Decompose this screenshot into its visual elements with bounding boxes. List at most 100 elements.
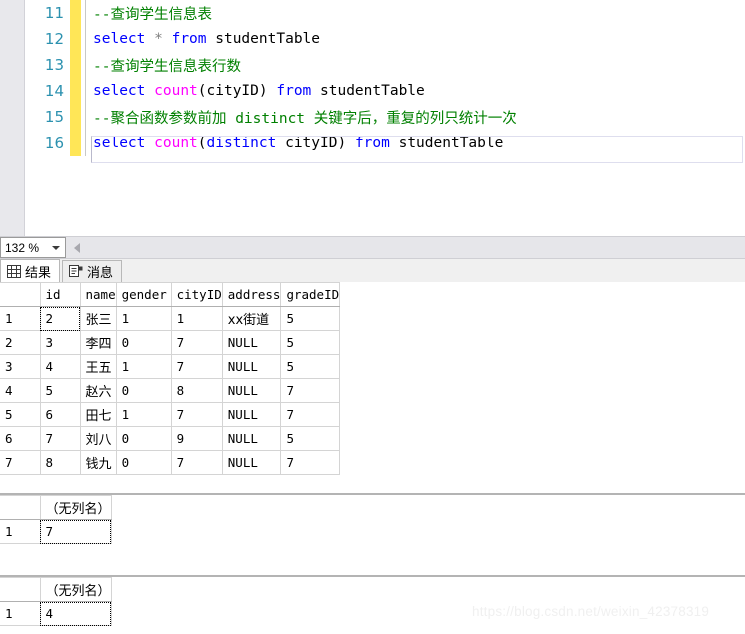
code-line-text[interactable]: select * from studentTable [91, 31, 745, 47]
grid-cell[interactable]: NULL [222, 354, 282, 379]
column-header[interactable]: address [222, 282, 282, 307]
code-line[interactable]: 16 select count(distinct cityID) from stu… [25, 130, 745, 156]
column-header[interactable]: gradeID [280, 282, 341, 307]
row-number[interactable]: 1 [0, 306, 41, 331]
table-row[interactable]: 17 [0, 519, 112, 544]
row-header-corner[interactable] [0, 577, 41, 602]
column-header[interactable]: cityID [171, 282, 223, 307]
code-line-text[interactable]: select count(distinct cityID) from stude… [91, 135, 745, 151]
table-row[interactable]: 7 8 钱九 0 7 NULL 7 [0, 450, 341, 475]
zoom-level-combobox[interactable]: 132 % [0, 237, 66, 258]
grid-cell[interactable]: 7 [40, 519, 112, 544]
table-row[interactable]: 1 2 张三 1 1 xx街道 5 [0, 306, 341, 331]
grid-cell[interactable]: NULL [222, 426, 282, 451]
grid-cell[interactable]: NULL [222, 450, 282, 475]
grid-cell[interactable]: 刘八 [80, 426, 117, 451]
tab-results[interactable]: 结果 [0, 259, 61, 282]
table-row[interactable]: 2 3 李四 0 7 NULL 5 [0, 330, 341, 355]
grid-cell[interactable]: 5 [40, 378, 81, 403]
row-number[interactable]: 3 [0, 354, 41, 379]
grid-cell[interactable]: 5 [280, 426, 341, 451]
grid-cell[interactable]: xx街道 [222, 306, 282, 331]
grid-cell[interactable]: 1 [116, 306, 172, 331]
code-line-text[interactable]: select count(cityID) from studentTable [91, 83, 745, 99]
column-header[interactable]: name [80, 282, 117, 307]
count-cityid-result[interactable]: （无列名） 1 7 [0, 495, 112, 544]
code-line[interactable]: 12 select * from studentTable [25, 26, 745, 52]
grid-cell[interactable]: 7 [171, 450, 223, 475]
code-line-text[interactable]: --聚合函数参数前加 distinct 关键字后，重复的列只统计一次 [91, 107, 745, 128]
sql-editor-pane[interactable]: 11 --查询学生信息表 12 select * from studentTable 1… [0, 0, 745, 236]
grid-cell[interactable]: 0 [116, 378, 172, 403]
column-header[interactable]: id [40, 282, 81, 307]
grid-cell[interactable]: 张三 [80, 306, 117, 331]
row-number[interactable]: 7 [0, 450, 41, 475]
table-row[interactable]: 3 4 王五 1 7 NULL 5 [0, 354, 341, 379]
grid-cell[interactable]: 李四 [80, 330, 117, 355]
row-number[interactable]: 1 [0, 519, 41, 544]
code-line[interactable]: 15 --聚合函数参数前加 distinct 关键字后，重复的列只统计一次 [25, 104, 745, 130]
grid-cell[interactable]: 0 [116, 330, 172, 355]
grid-cell[interactable]: 7 [171, 354, 223, 379]
row-number[interactable]: 2 [0, 330, 41, 355]
chevron-down-icon[interactable] [52, 245, 60, 250]
grid-cell[interactable]: 4 [40, 354, 81, 379]
grid-cell[interactable]: 5 [280, 306, 341, 331]
grid-cell[interactable]: 6 [40, 402, 81, 427]
caret-left-icon[interactable] [74, 242, 80, 253]
grid-cell[interactable]: NULL [222, 402, 282, 427]
code-line[interactable]: 13 --查询学生信息表行数 [25, 52, 745, 78]
grid-cell[interactable]: 8 [171, 378, 223, 403]
code-line-text[interactable]: --查询学生信息表 [91, 3, 745, 24]
code-line-text[interactable]: --查询学生信息表行数 [91, 55, 745, 76]
count-distinct-cityid-result[interactable]: （无列名） 1 4 [0, 577, 112, 626]
table-row[interactable]: 6 7 刘八 0 9 NULL 5 [0, 426, 341, 451]
grid-cell[interactable]: 5 [280, 354, 341, 379]
grid-cell[interactable]: 7 [280, 402, 341, 427]
column-header[interactable]: （无列名） [40, 495, 112, 520]
results-grid-panel-1[interactable]: id name gender cityID address gradeID 1 2 张三 1 1 xx… [0, 282, 745, 494]
student-table-results[interactable]: id name gender cityID address gradeID 1 2 张三 1 1 xx… [0, 282, 341, 475]
grid-cell[interactable]: 7 [171, 402, 223, 427]
results-tab-strip[interactable]: 结果 消息 [0, 259, 745, 282]
grid-cell[interactable]: 7 [40, 426, 81, 451]
grid-cell[interactable]: 9 [171, 426, 223, 451]
unsaved-change-bar [70, 104, 81, 130]
table-row[interactable]: 14 [0, 601, 112, 626]
row-number[interactable]: 5 [0, 402, 41, 427]
row-number[interactable]: 6 [0, 426, 41, 451]
code-line[interactable]: 14 select count(cityID) from studentTable [25, 78, 745, 104]
grid-cell[interactable]: 7 [280, 378, 341, 403]
column-header[interactable]: gender [116, 282, 172, 307]
tab-messages[interactable]: 消息 [62, 260, 123, 282]
grid-cell[interactable]: 7 [280, 450, 341, 475]
row-number[interactable]: 4 [0, 378, 41, 403]
grid-cell[interactable]: 钱九 [80, 450, 117, 475]
grid-cell[interactable]: 0 [116, 426, 172, 451]
grid-cell[interactable]: 田七 [80, 402, 117, 427]
table-row[interactable]: 5 6 田七 1 7 NULL 7 [0, 402, 341, 427]
grid-cell[interactable]: 赵六 [80, 378, 117, 403]
grid-cell[interactable]: 2 [40, 306, 81, 331]
grid-cell[interactable]: 王五 [80, 354, 117, 379]
row-number[interactable]: 1 [0, 601, 41, 626]
grid-cell[interactable]: 0 [116, 450, 172, 475]
table-row[interactable]: 4 5 赵六 0 8 NULL 7 [0, 378, 341, 403]
results-grid-panel-2[interactable]: （无列名） 1 7 [0, 494, 745, 576]
grid-cell[interactable]: 1 [171, 306, 223, 331]
grid-cell[interactable]: 4 [40, 601, 112, 626]
row-header-corner[interactable] [0, 495, 41, 520]
grid-header-row: （无列名） [0, 495, 112, 520]
grid-cell[interactable]: 1 [116, 354, 172, 379]
grid-cell[interactable]: 3 [40, 330, 81, 355]
row-header-corner[interactable] [0, 282, 41, 307]
grid-cell[interactable]: NULL [222, 330, 282, 355]
grid-cell[interactable]: 8 [40, 450, 81, 475]
grid-cell[interactable]: NULL [222, 378, 282, 403]
grid-cell[interactable]: 1 [116, 402, 172, 427]
code-line[interactable]: 11 --查询学生信息表 [25, 0, 745, 26]
grid-cell[interactable]: 7 [171, 330, 223, 355]
column-header[interactable]: （无列名） [40, 577, 112, 602]
sql-code-area[interactable]: 11 --查询学生信息表 12 select * from studentTable 1… [25, 0, 745, 236]
grid-cell[interactable]: 5 [280, 330, 341, 355]
